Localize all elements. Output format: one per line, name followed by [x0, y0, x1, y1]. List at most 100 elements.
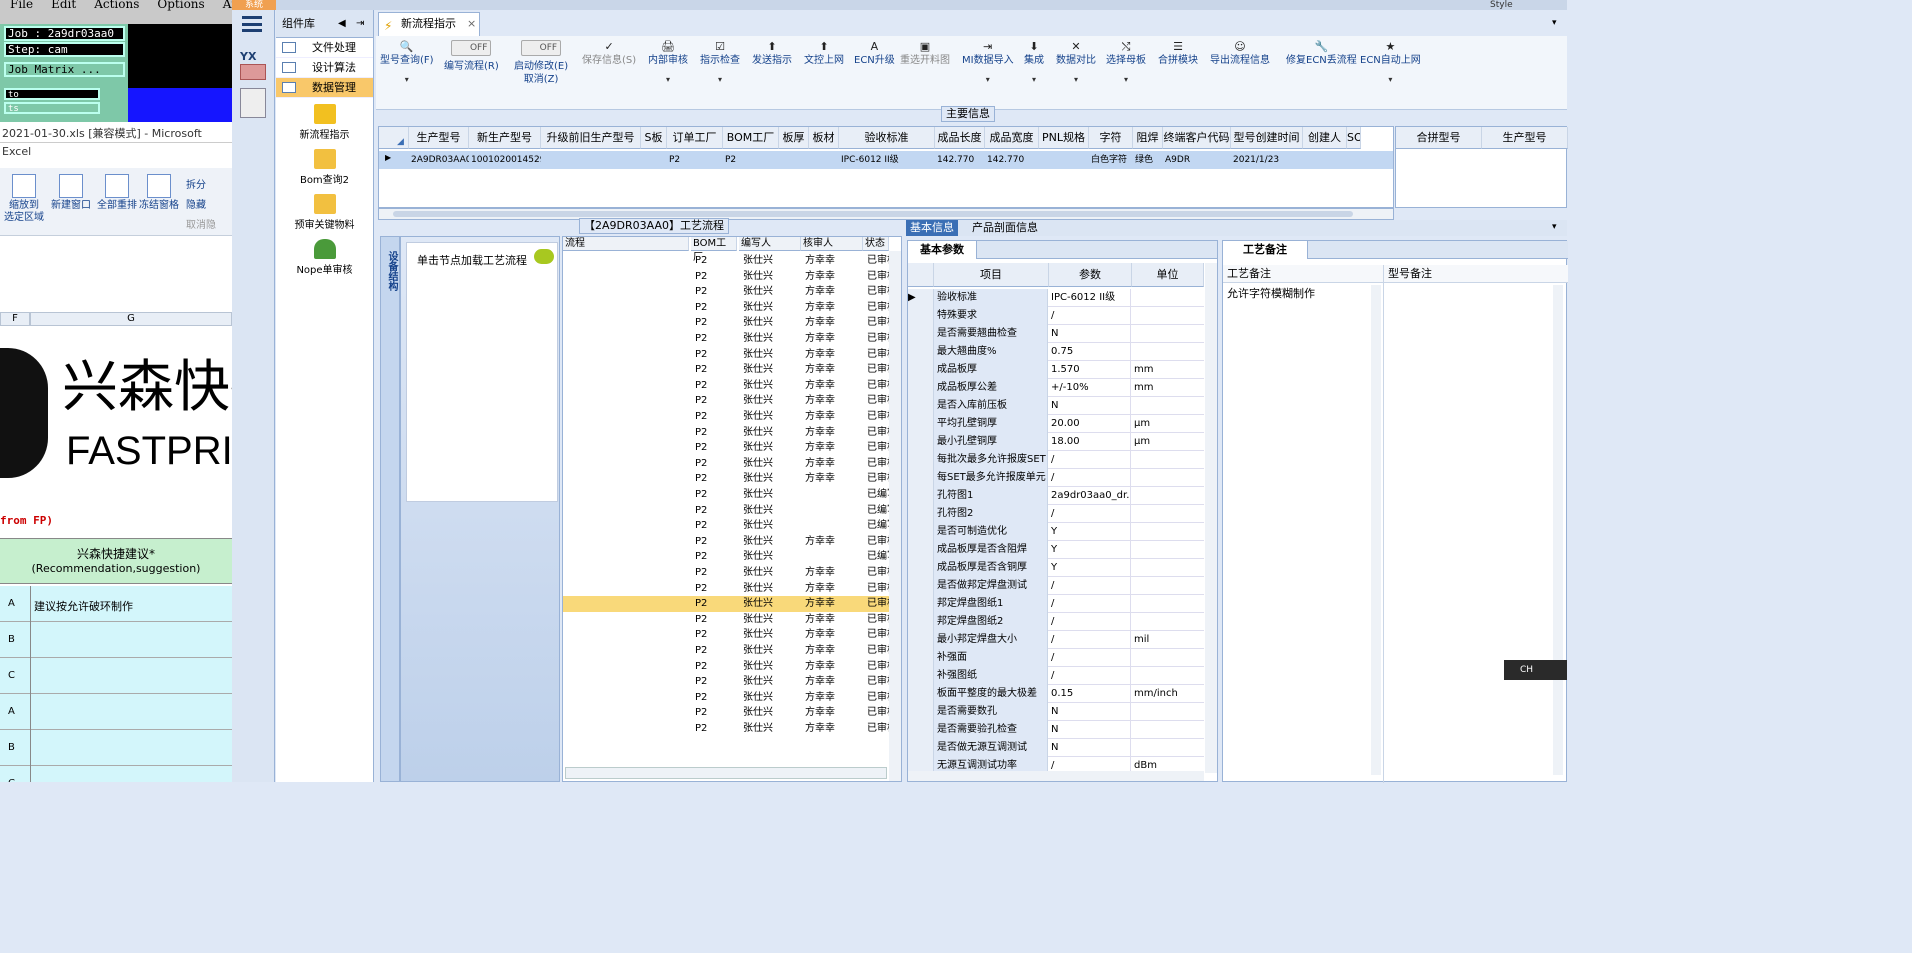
toolbar-btn-6[interactable]: ⬆ 发送指示: [752, 40, 792, 67]
tree-col-2[interactable]: 编写人: [739, 237, 801, 251]
col-header-f[interactable]: F: [0, 312, 30, 326]
tree-row[interactable]: 电子测试P2张仕兴已编写: [563, 503, 901, 519]
cell-15[interactable]: 2021/1/23: [1231, 152, 1303, 168]
param-row[interactable]: 是否需要验孔检查 N: [908, 721, 1204, 739]
pin-icon[interactable]: ⇥: [356, 10, 364, 38]
param-row[interactable]: 成品板厚公差 +/-10% mm: [908, 379, 1204, 397]
cell-12[interactable]: 白色字符: [1089, 152, 1133, 168]
tree-row[interactable]: −电子测试P2张仕兴已编写: [563, 487, 901, 503]
main-grid-hscroll[interactable]: [378, 208, 1394, 220]
toggle-switch[interactable]: OFF: [521, 40, 562, 56]
tree-col-1[interactable]: BOM工厂: [691, 237, 737, 263]
param-row[interactable]: 板面平整度的最大极差 0.15 mm/inch: [908, 685, 1204, 703]
cell-6[interactable]: [779, 152, 809, 168]
tree-row[interactable]: 喷砂P2张仕兴方幸幸已审核: [563, 425, 901, 441]
param-row[interactable]: 邦定焊盘图纸2/: [908, 613, 1204, 631]
tree-row[interactable]: V槽P2张仕兴方幸幸已审核: [563, 534, 901, 550]
toolbar-btn-0[interactable]: 🔍 型号查询(F) ▾: [380, 40, 434, 86]
cell-3[interactable]: [641, 152, 667, 168]
process-note-text[interactable]: 允许字符模糊制作: [1227, 285, 1315, 301]
ime-indicator[interactable]: CH: [1504, 660, 1567, 680]
param-row[interactable]: 孔符图2/: [908, 505, 1204, 523]
cam-menu-2[interactable]: Actions: [94, 0, 139, 24]
tree-row[interactable]: 显影1P2张仕兴方幸幸已审核: [563, 347, 901, 363]
chevron-down-icon[interactable]: ▾: [962, 73, 1014, 86]
ribbon-side-0[interactable]: 拆分: [186, 176, 206, 191]
param-row[interactable]: 成品板厚 1.570 mm: [908, 361, 1204, 379]
param-value[interactable]: /: [1049, 505, 1131, 523]
side-tab[interactable]: 设备结构: [380, 236, 400, 782]
tree-hscroll[interactable]: [565, 767, 887, 779]
param-row[interactable]: 成品板厚是否含铜厚 Y: [908, 559, 1204, 577]
tree-row[interactable]: −字符P2张仕兴方幸幸已审核: [563, 362, 901, 378]
tree-row[interactable]: 内包装P2张仕兴方幸幸已审核: [563, 659, 901, 675]
cell-11[interactable]: [1039, 152, 1089, 168]
cell-2[interactable]: [541, 152, 641, 168]
toolbar-btn-16[interactable]: 🔧 修复ECN丢流程: [1286, 40, 1357, 67]
toolbar-btn-14[interactable]: ☰ 合拼模块: [1158, 40, 1198, 67]
param-value[interactable]: +/-10%: [1049, 379, 1131, 397]
param-row[interactable]: 平均孔壁铜厚 20.00 μm: [908, 415, 1204, 433]
param-value[interactable]: 18.00: [1049, 433, 1131, 451]
tree-row[interactable]: −终检P2张仕兴方幸幸已审核: [563, 581, 901, 597]
tree-row[interactable]: 曝光1P2张仕兴方幸幸已审核: [563, 331, 901, 347]
suggest-value[interactable]: 建议按允许破环制作: [34, 598, 133, 614]
cell-4[interactable]: P2: [667, 152, 723, 168]
system-tab[interactable]: 系统: [232, 0, 276, 10]
col-7[interactable]: 板材: [809, 127, 839, 149]
col-10[interactable]: 成品宽度: [985, 127, 1039, 149]
col-prod-model[interactable]: 生产型号: [1482, 127, 1568, 149]
col-1[interactable]: 新生产型号: [469, 127, 541, 149]
tab-new-flow[interactable]: ⚡ 新流程指示 ×: [378, 12, 480, 36]
param-value[interactable]: 2a9dr03aa0_dr...: [1049, 487, 1131, 505]
tree-row[interactable]: 丝印1P2张仕兴方幸幸已审核: [563, 300, 901, 316]
param-row[interactable]: 是否做无源互调测试 N: [908, 739, 1204, 757]
scroll-thumb[interactable]: [393, 211, 1353, 217]
tab-process-notes[interactable]: 工艺备注: [1223, 241, 1308, 259]
param-value[interactable]: /: [1049, 469, 1131, 487]
tree-row[interactable]: 水洗烘干P2张仕兴方幸幸已审核: [563, 471, 901, 487]
layer-ts[interactable]: ts: [4, 102, 100, 114]
param-row[interactable]: 是否入库前压板 N: [908, 397, 1204, 415]
cell-16[interactable]: [1303, 152, 1347, 168]
col-15[interactable]: 型号创建时间: [1231, 127, 1303, 149]
note-scroll-2[interactable]: [1553, 285, 1563, 775]
cam-menu-0[interactable]: File: [10, 0, 33, 24]
tree-col-0[interactable]: 流程: [563, 237, 689, 251]
tree-row[interactable]: 烘板整平P2张仕兴方幸幸已审核: [563, 627, 901, 643]
dropdown-icon[interactable]: ▾: [1552, 222, 1557, 232]
col-header-g[interactable]: G: [30, 312, 232, 326]
param-value[interactable]: /: [1049, 595, 1131, 613]
col-16[interactable]: 创建人: [1303, 127, 1347, 149]
cell-8[interactable]: IPC-6012 II级: [839, 152, 935, 168]
param-value[interactable]: Y: [1049, 523, 1131, 541]
param-value[interactable]: 0.15: [1049, 685, 1131, 703]
param-row[interactable]: 邦定焊盘图纸1/: [908, 595, 1204, 613]
cell-7[interactable]: [809, 152, 839, 168]
param-value[interactable]: N: [1049, 397, 1131, 415]
tree-col-3[interactable]: 核审人: [801, 237, 863, 251]
toggle-switch[interactable]: OFF: [451, 40, 492, 56]
param-row[interactable]: 是否做邦定焊盘测试 /: [908, 577, 1204, 595]
toolbar-btn-11[interactable]: ⬇ 集成 ▾: [1024, 40, 1044, 86]
col-11[interactable]: PNL规格: [1039, 127, 1089, 149]
col-param[interactable]: 参数: [1049, 263, 1132, 287]
tab-product-section[interactable]: 产品剖面信息: [968, 220, 1042, 236]
ribbon-btn-0[interactable]: 缩放到 选定区域: [2, 174, 46, 224]
toolbar-btn-17[interactable]: ★ ECN自动上网 ▾: [1360, 40, 1421, 86]
chevron-down-icon[interactable]: ▾: [648, 73, 688, 86]
col-0[interactable]: 生产型号: [409, 127, 469, 149]
param-value[interactable]: 1.570: [1049, 361, 1131, 379]
param-value[interactable]: /: [1049, 307, 1131, 325]
cam-step-field[interactable]: Step: cam: [4, 42, 125, 57]
ribbon-btn-3[interactable]: 冻结窗格: [138, 174, 180, 212]
tree-row[interactable]: −沉金P2张仕兴方幸幸已审核: [563, 409, 901, 425]
chevron-down-icon[interactable]: ▾: [1360, 73, 1421, 86]
tree-row[interactable]: 终固化P2张仕兴方幸幸已审核: [563, 393, 901, 409]
cam-menu-3[interactable]: Options: [157, 0, 204, 24]
tree-row[interactable]: 铣板P2张仕兴已编写: [563, 549, 901, 565]
hamburger-menu-icon[interactable]: [242, 16, 262, 32]
tree-row[interactable]: 板边包胶P2张仕兴方幸幸已审核: [563, 440, 901, 456]
cam-menu-1[interactable]: Edit: [51, 0, 76, 24]
cell-10[interactable]: 142.770: [985, 152, 1039, 168]
